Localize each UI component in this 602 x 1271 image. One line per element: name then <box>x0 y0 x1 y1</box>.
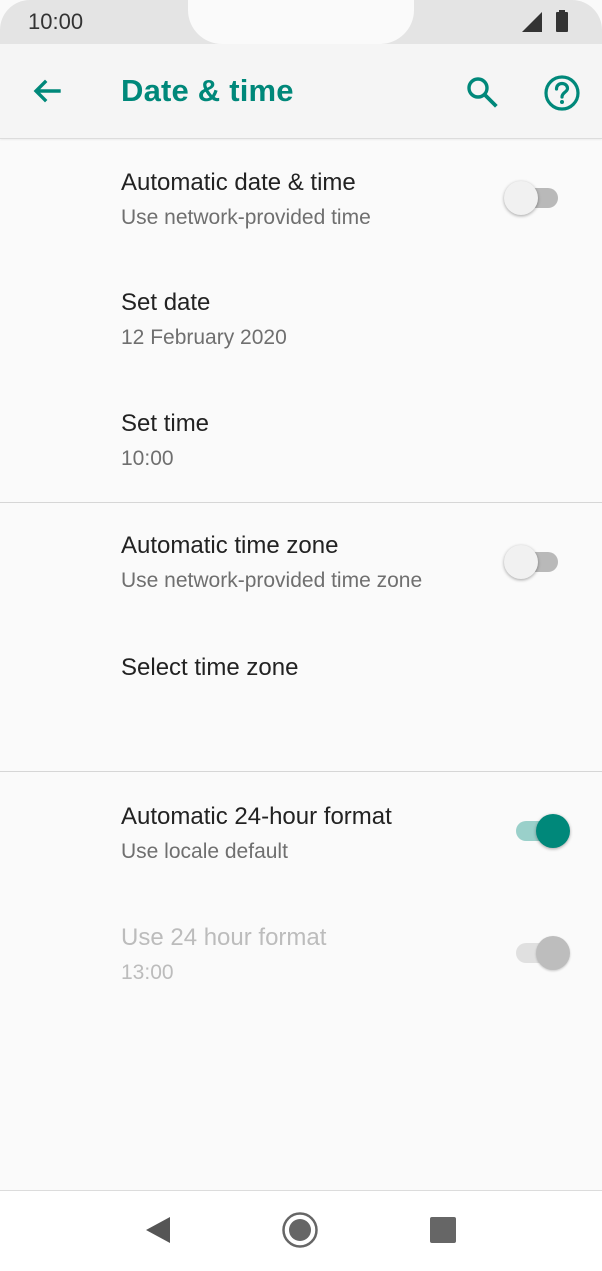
automatic-time-zone-switch[interactable] <box>502 542 572 582</box>
section-divider <box>0 502 602 503</box>
automatic-date-time-switch[interactable] <box>502 178 572 218</box>
set-date-summary: 12 February 2020 <box>121 326 287 349</box>
automatic-24-hour-format-title: Automatic 24-hour format <box>121 803 392 830</box>
automatic-date-time-title: Automatic date & time <box>121 169 356 196</box>
status-time: 10:00 <box>28 9 84 34</box>
automatic-time-zone-setting[interactable]: Automatic time zone Use network-provided… <box>0 522 602 622</box>
automatic-24-hour-format-setting[interactable]: Automatic 24-hour format Use locale defa… <box>0 792 602 892</box>
switch-thumb <box>536 936 570 970</box>
screen-corner-left <box>0 0 60 60</box>
search-icon[interactable] <box>462 72 502 112</box>
cell-signal-icon <box>522 12 542 32</box>
automatic-date-time-summary: Use network-provided time <box>121 206 371 229</box>
nav-recents-square-icon[interactable] <box>430 1217 456 1243</box>
use-24-hour-format-setting: Use 24 hour format 13:00 <box>0 913 602 1013</box>
system-navigation-bar <box>0 1190 602 1271</box>
set-date-setting[interactable]: Set date 12 February 2020 <box>0 280 602 380</box>
switch-thumb <box>536 814 570 848</box>
switch-thumb <box>504 181 538 215</box>
use-24-hour-format-title: Use 24 hour format <box>121 924 327 951</box>
status-bar: 10:00 <box>0 0 602 60</box>
automatic-date-time-setting[interactable]: Automatic date & time Use network-provid… <box>0 160 602 260</box>
section-divider <box>0 771 602 772</box>
help-circle-icon[interactable] <box>541 72 583 114</box>
switch-thumb <box>504 545 538 579</box>
app-bar: Date & time <box>0 44 602 139</box>
nav-back-triangle-icon[interactable] <box>144 1215 172 1245</box>
arrow-back-icon[interactable] <box>26 72 66 112</box>
set-time-summary: 10:00 <box>121 447 174 470</box>
screen-corner-right <box>542 0 602 60</box>
set-time-setting[interactable]: Set time 10:00 <box>0 401 602 501</box>
select-time-zone-title: Select time zone <box>121 654 299 681</box>
page-title: Date & time <box>121 73 294 108</box>
use-24-hour-format-switch <box>502 933 572 973</box>
nav-home-circle-icon[interactable] <box>281 1211 319 1249</box>
set-time-title: Set time <box>121 410 210 437</box>
set-date-title: Set date <box>121 289 211 316</box>
display-notch <box>188 0 414 44</box>
use-24-hour-format-summary: 13:00 <box>121 961 174 984</box>
automatic-24-hour-format-summary: Use locale default <box>121 840 288 863</box>
battery-icon <box>556 10 568 32</box>
automatic-time-zone-summary: Use network-provided time zone <box>121 569 423 592</box>
automatic-24-hour-format-switch[interactable] <box>502 811 572 851</box>
automatic-time-zone-title: Automatic time zone <box>121 532 339 559</box>
select-time-zone-setting[interactable]: Select time zone <box>0 640 602 750</box>
